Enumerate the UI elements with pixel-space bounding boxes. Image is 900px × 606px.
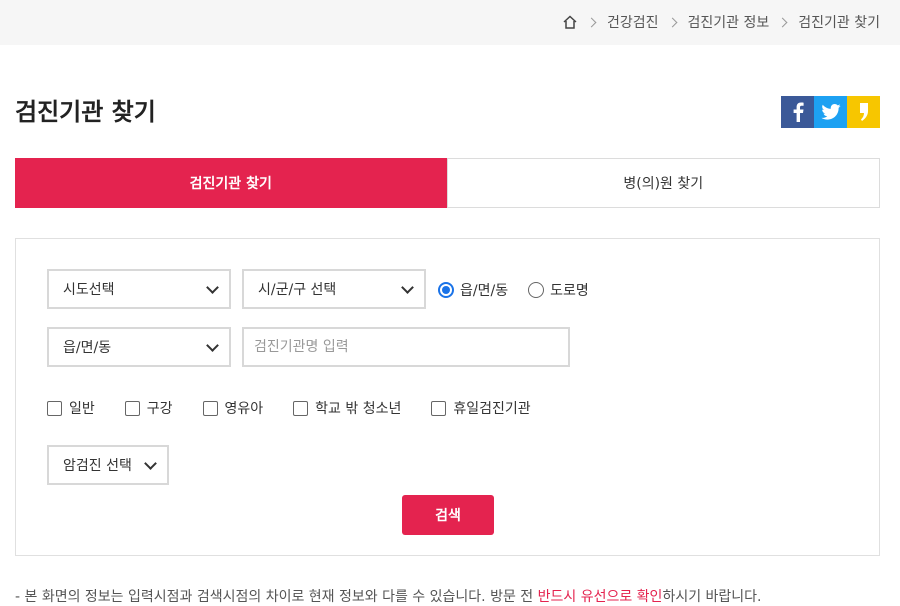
checkbox-holiday-label[interactable]: 휴일검진기관	[453, 398, 530, 418]
checkbox-out-of-school-youth[interactable]	[293, 400, 309, 416]
radio-road[interactable]	[528, 282, 545, 298]
checkbox-oral[interactable]	[124, 400, 140, 416]
breadcrumb-item-checkup[interactable]: 건강검진	[607, 12, 659, 32]
kakaostory-icon	[859, 103, 868, 121]
breadcrumb-item-current: 검진기관 찾기	[798, 15, 880, 31]
page-title: 검진기관 찾기	[15, 98, 156, 126]
check-out-of-school-youth[interactable]: 학교 밖 청소년	[293, 398, 401, 418]
dong-select-value: 읍/면/동	[63, 340, 112, 356]
breadcrumb-separator-icon	[586, 17, 597, 27]
sigungu-select-value: 시/군/구 선택	[258, 282, 337, 298]
notice-text: - 본 화면의 정보는 입력시점과 검색시점의 차이로 현재 정보와 다를 수 …	[15, 586, 762, 606]
tab-hospital-search[interactable]: 병(의)원 찾기	[446, 158, 880, 208]
checkbox-infant[interactable]	[202, 400, 218, 416]
chevron-down-icon	[401, 281, 414, 294]
tab-institution-search[interactable]: 검진기관 찾기	[15, 158, 447, 208]
checkbox-general[interactable]	[47, 400, 62, 416]
breadcrumb-item-institution-info[interactable]: 검진기관 정보	[688, 12, 770, 32]
cancer-checkup-select[interactable]: 암검진 선택	[47, 445, 169, 485]
checkbox-infant-label[interactable]: 영유아	[225, 398, 264, 418]
twitter-icon	[820, 104, 841, 120]
notice-text-after: 하시기 바랍니다.	[662, 589, 762, 605]
notice-text-before: - 본 화면의 정보는 입력시점과 검색시점의 차이로 현재 정보와 다를 수 …	[15, 589, 538, 605]
checkbox-general-label[interactable]: 일반	[69, 398, 95, 418]
chevron-down-icon	[144, 457, 157, 470]
check-infant[interactable]: 영유아	[202, 398, 264, 418]
top-bar: 건강검진 검진기관 정보 검진기관 찾기	[0, 0, 900, 45]
breadcrumb-separator-icon	[667, 17, 677, 27]
checkup-type-checkboxes: 일반 구강 영유아 학교 밖 청소년 휴일검진기관	[47, 398, 561, 418]
checkbox-oral-label[interactable]: 구강	[147, 398, 173, 418]
check-holiday[interactable]: 휴일검진기관	[431, 398, 531, 418]
radio-dong[interactable]	[438, 282, 454, 298]
facebook-share-button[interactable]	[781, 96, 814, 128]
search-tabs: 검진기관 찾기 병(의)원 찾기	[15, 158, 880, 208]
address-type-radio-group: 읍/면/동 도로명	[438, 280, 609, 300]
check-general[interactable]: 일반	[47, 398, 95, 418]
sido-select[interactable]: 시도선택	[47, 269, 231, 309]
home-icon[interactable]	[562, 14, 578, 30]
chevron-down-icon	[206, 339, 219, 352]
notice-text-emphasis: 반드시 유선으로 확인	[537, 589, 663, 605]
search-button[interactable]: 검색	[402, 495, 494, 535]
sido-select-value: 시도선택	[63, 282, 115, 298]
radio-road-label[interactable]: 도로명	[550, 280, 589, 300]
kakaostory-share-button[interactable]	[847, 96, 880, 128]
breadcrumb-separator-icon	[777, 17, 788, 27]
checkbox-holiday[interactable]	[431, 400, 447, 416]
sigungu-select[interactable]: 시/군/구 선택	[242, 269, 426, 309]
share-buttons	[781, 96, 880, 128]
radio-dong-label[interactable]: 읍/면/동	[460, 280, 508, 300]
check-oral[interactable]: 구강	[124, 398, 173, 418]
breadcrumb: 건강검진 검진기관 정보 검진기관 찾기	[562, 12, 880, 32]
cancer-checkup-select-value: 암검진 선택	[63, 458, 132, 474]
twitter-share-button[interactable]	[814, 96, 847, 128]
checkbox-out-of-school-youth-label[interactable]: 학교 밖 청소년	[315, 398, 401, 418]
dong-select[interactable]: 읍/면/동	[47, 327, 231, 367]
institution-name-input[interactable]	[242, 327, 570, 367]
facebook-icon	[793, 102, 804, 122]
chevron-down-icon	[206, 281, 219, 294]
